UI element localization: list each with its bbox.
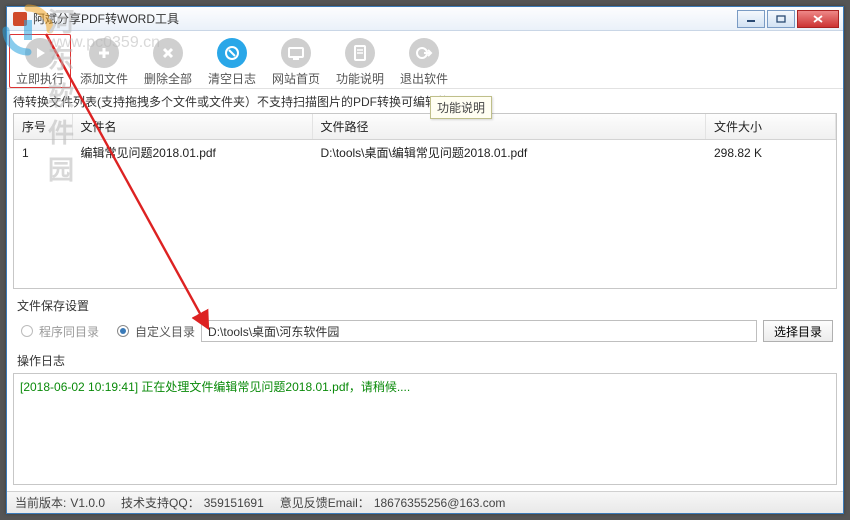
minimize-button[interactable] [737, 10, 765, 28]
hint-text: 待转换文件列表(支持拖拽多个文件或文件夹）不支持扫描图片的PDF转换可编辑的WO… [7, 89, 843, 113]
app-window: 阿斌分享PDF转WORD工具 立即执行 添加文件 [6, 6, 844, 514]
help-label: 功能说明 [336, 70, 384, 87]
browse-button[interactable]: 选择目录 [763, 320, 833, 342]
col-path[interactable]: 文件路径 [312, 114, 706, 140]
log-line: [2018-06-02 10:19:41] 正在处理文件编辑常见问题2018.0… [20, 378, 830, 395]
table-header-row: 序号 文件名 文件路径 文件大小 [14, 114, 836, 140]
save-settings-row: 程序同目录 自定义目录 选择目录 [7, 318, 843, 348]
exit-button[interactable]: 退出软件 [393, 34, 455, 88]
save-section-label: 文件保存设置 [7, 289, 843, 318]
version-value: V1.0.0 [70, 496, 105, 510]
remove-all-button[interactable]: 删除全部 [137, 34, 199, 88]
titlebar: 阿斌分享PDF转WORD工具 [7, 7, 843, 31]
save-path-input[interactable] [201, 320, 757, 342]
close-button[interactable] [797, 10, 839, 28]
col-index[interactable]: 序号 [14, 114, 72, 140]
minimize-icon [746, 15, 756, 23]
maximize-button[interactable] [767, 10, 795, 28]
monitor-icon [281, 38, 311, 68]
home-label: 网站首页 [272, 70, 320, 87]
col-size[interactable]: 文件大小 [706, 114, 836, 140]
log-output[interactable]: [2018-06-02 10:19:41] 正在处理文件编辑常见问题2018.0… [13, 373, 837, 485]
add-label: 添加文件 [80, 70, 128, 87]
app-icon [13, 12, 27, 26]
cell-path: D:\tools\桌面\编辑常见问题2018.01.pdf [312, 140, 706, 166]
version-label: 当前版本: [15, 494, 66, 511]
radio-same-dir[interactable] [21, 325, 33, 337]
help-button[interactable]: 功能说明 [329, 34, 391, 88]
remove-label: 删除全部 [144, 70, 192, 87]
radio-same-dir-label: 程序同目录 [39, 323, 99, 340]
radio-custom-dir[interactable] [117, 325, 129, 337]
support-value: 359151691 [204, 496, 264, 510]
feedback-value: 18676355256@163.com [374, 496, 506, 510]
support-label: 技术支持QQ： [121, 494, 200, 511]
clear-icon [217, 38, 247, 68]
x-icon [153, 38, 183, 68]
run-label: 立即执行 [16, 70, 64, 87]
document-icon [345, 38, 375, 68]
maximize-icon [776, 15, 786, 23]
clear-label: 清空日志 [208, 70, 256, 87]
cell-name: 编辑常见问题2018.01.pdf [72, 140, 312, 166]
play-icon [25, 38, 55, 68]
clear-log-button[interactable]: 清空日志 [201, 34, 263, 88]
exit-icon [409, 38, 439, 68]
toolbar: 立即执行 添加文件 删除全部 清空日志 网站首页 [7, 31, 843, 89]
add-files-button[interactable]: 添加文件 [73, 34, 135, 88]
tooltip: 功能说明 [430, 96, 492, 119]
log-section-label: 操作日志 [7, 348, 843, 373]
feedback-label: 意见反馈Email： [280, 494, 370, 511]
window-title: 阿斌分享PDF转WORD工具 [33, 10, 179, 27]
plus-icon [89, 38, 119, 68]
cell-index: 1 [14, 140, 72, 166]
statusbar: 当前版本: V1.0.0 技术支持QQ： 359151691 意见反馈Email… [7, 491, 843, 513]
run-button[interactable]: 立即执行 [9, 34, 71, 88]
cell-size: 298.82 K [706, 140, 836, 166]
radio-custom-dir-label: 自定义目录 [135, 323, 195, 340]
col-name[interactable]: 文件名 [72, 114, 312, 140]
close-icon [812, 14, 824, 24]
exit-label: 退出软件 [400, 70, 448, 87]
files-table: 序号 文件名 文件路径 文件大小 1 编辑常见问题2018.01.pdf D:\… [13, 113, 837, 289]
homepage-button[interactable]: 网站首页 [265, 34, 327, 88]
table-row[interactable]: 1 编辑常见问题2018.01.pdf D:\tools\桌面\编辑常见问题20… [14, 140, 836, 166]
